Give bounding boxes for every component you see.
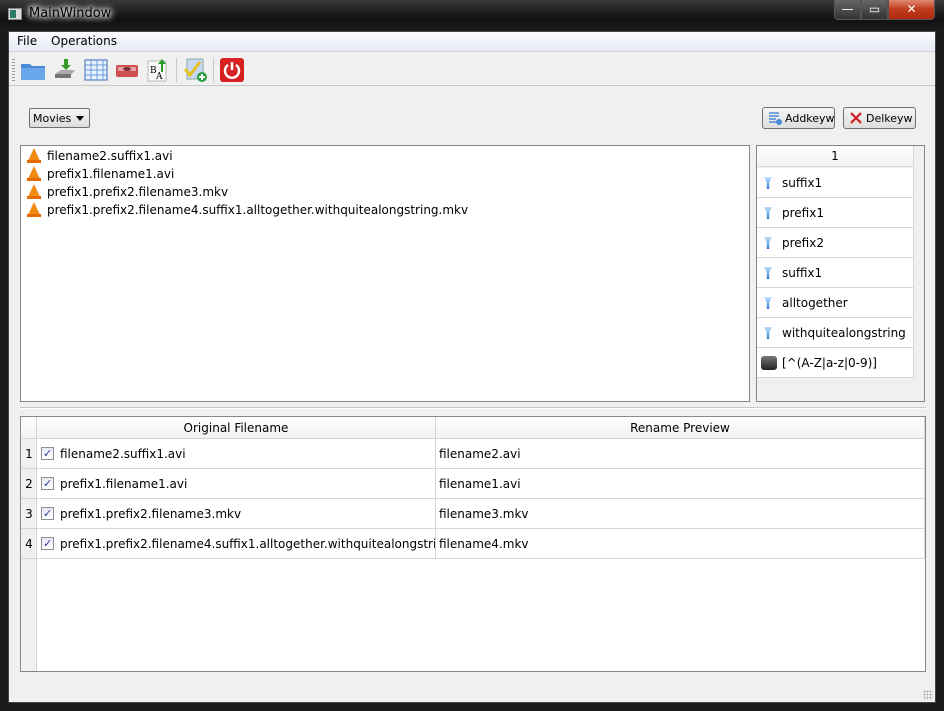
filter-icon [764,207,772,219]
keyword-row[interactable]: alltogether [757,288,914,318]
row-header-column: 1234 [21,439,37,671]
power-icon[interactable] [219,57,245,83]
window-title: MainWindow [29,6,112,21]
keyword-text: suffix1 [782,176,823,190]
toolbar: BA [9,53,935,86]
toolbar-separator [213,58,214,82]
table-cell-original[interactable]: prefix1.prefix2.filename3.mkv [37,499,436,529]
original-filename: filename2.suffix1.avi [60,447,186,461]
table-cell-preview[interactable]: filename4.mkv [436,529,925,559]
vlc-file-icon [27,166,41,181]
row-checkbox[interactable] [41,499,54,528]
keyword-row[interactable]: suffix1 [757,168,914,198]
table-cell-preview[interactable]: filename1.avi [436,469,925,499]
keyword-row[interactable]: prefix1 [757,198,914,228]
filter-icon [764,237,772,249]
row-checkbox[interactable] [41,469,54,498]
list-item[interactable]: filename2.suffix1.avi [25,147,173,165]
keyword-text: prefix1 [782,206,824,220]
vlc-file-icon [27,184,41,199]
splitter-handle[interactable] [20,407,926,409]
keyword-text: [^(A-Z|a-z|0-9)] [782,356,877,370]
row-checkbox[interactable] [41,439,54,468]
filter-icon [764,177,772,189]
keyword-text: withquitealongstring [782,326,906,340]
rename-icon[interactable]: BA [145,57,171,83]
file-name: prefix1.prefix2.filename3.mkv [47,185,229,199]
keyword-row[interactable]: withquitealongstring [757,318,914,348]
svg-text:A: A [155,72,163,82]
list-item[interactable]: prefix1.prefix2.filename3.mkv [25,183,228,201]
delete-keyword-button[interactable]: Delkeyw [843,107,916,129]
row-checkbox[interactable] [41,529,54,558]
keyword-column-header[interactable]: 1 [757,146,914,167]
add-keyword-label: Addkeyw [785,112,835,125]
menu-file[interactable]: File [13,34,41,48]
delete-x-icon [849,111,863,125]
row-number[interactable]: 3 [21,499,37,529]
original-filename: prefix1.prefix2.filename3.mkv [60,507,242,521]
table-icon[interactable] [83,57,109,83]
vlc-file-icon [27,148,41,163]
list-item[interactable]: prefix1.filename1.avi [25,165,174,183]
keyword-row[interactable]: prefix2 [757,228,914,258]
row-number[interactable]: 2 [21,469,37,499]
toolbar-separator [176,58,177,82]
size-grip[interactable] [923,690,933,700]
keyword-text: prefix2 [782,236,824,250]
chevron-down-icon [76,116,84,125]
file-name: prefix1.prefix2.filename4.suffix1.alltog… [47,203,469,217]
list-item[interactable]: prefix1.prefix2.filename4.suffix1.alltog… [25,201,468,219]
toolbar-grip[interactable] [12,59,15,81]
maximize-button[interactable]: ▭ [861,0,888,20]
close-button[interactable]: ✕ [888,0,935,20]
file-name: filename2.suffix1.avi [47,149,173,163]
rename-preview-table[interactable]: Original Filename Rename Preview 1234 fi… [20,416,926,672]
menu-operations[interactable]: Operations [47,34,121,48]
column-header-original[interactable]: Original Filename [37,417,436,439]
table-cell-original[interactable]: prefix1.prefix2.filename4.suffix1.alltog… [37,529,436,559]
table-cell-preview[interactable]: filename3.mkv [436,499,925,529]
keyword-row[interactable]: suffix1 [757,258,914,288]
app-icon [8,8,22,20]
vlc-file-icon [27,202,41,217]
main-window: File Operations BA Movies Addkeyw Delkey… [8,31,936,703]
regex-icon [761,356,777,370]
filter-icon [764,297,772,309]
keyword-text: suffix1 [782,266,823,280]
keyword-table[interactable]: 1 suffix1 prefix1 prefix2 suffix1 alltogethe… [756,145,925,402]
packages-icon[interactable] [114,57,140,83]
original-filename: prefix1.filename1.avi [60,477,188,491]
category-combo-value: Movies [33,112,72,125]
file-name: prefix1.filename1.avi [47,167,175,181]
import-icon[interactable] [52,57,78,83]
table-cell-original[interactable]: filename2.suffix1.avi [37,439,436,469]
open-folder-icon[interactable] [20,57,46,83]
title-bar: MainWindow — ▭ ✕ [0,0,944,31]
filter-icon [764,267,772,279]
original-filename: prefix1.prefix2.filename4.suffix1.alltog… [60,537,436,551]
delete-keyword-label: Delkeyw [866,112,913,125]
row-number[interactable]: 4 [21,529,37,559]
keyword-text: alltogether [782,296,848,310]
category-combo[interactable]: Movies [29,108,90,128]
keyword-row[interactable]: [^(A-Z|a-z|0-9)] [757,348,914,378]
table-cell-original[interactable]: prefix1.filename1.avi [37,469,436,499]
file-list[interactable]: filename2.suffix1.avi prefix1.filename1.… [20,145,750,402]
menu-bar: File Operations [9,32,935,52]
column-header-preview[interactable]: Rename Preview [436,417,925,439]
filter-icon [764,327,772,339]
row-number[interactable]: 1 [21,439,37,469]
add-keyword-button[interactable]: Addkeyw [762,107,835,129]
table-cell-preview[interactable]: filename2.avi [436,439,925,469]
corner-header[interactable] [21,417,37,439]
validate-add-icon[interactable] [182,57,208,83]
add-list-icon [768,111,782,125]
minimize-button[interactable]: — [834,0,861,20]
